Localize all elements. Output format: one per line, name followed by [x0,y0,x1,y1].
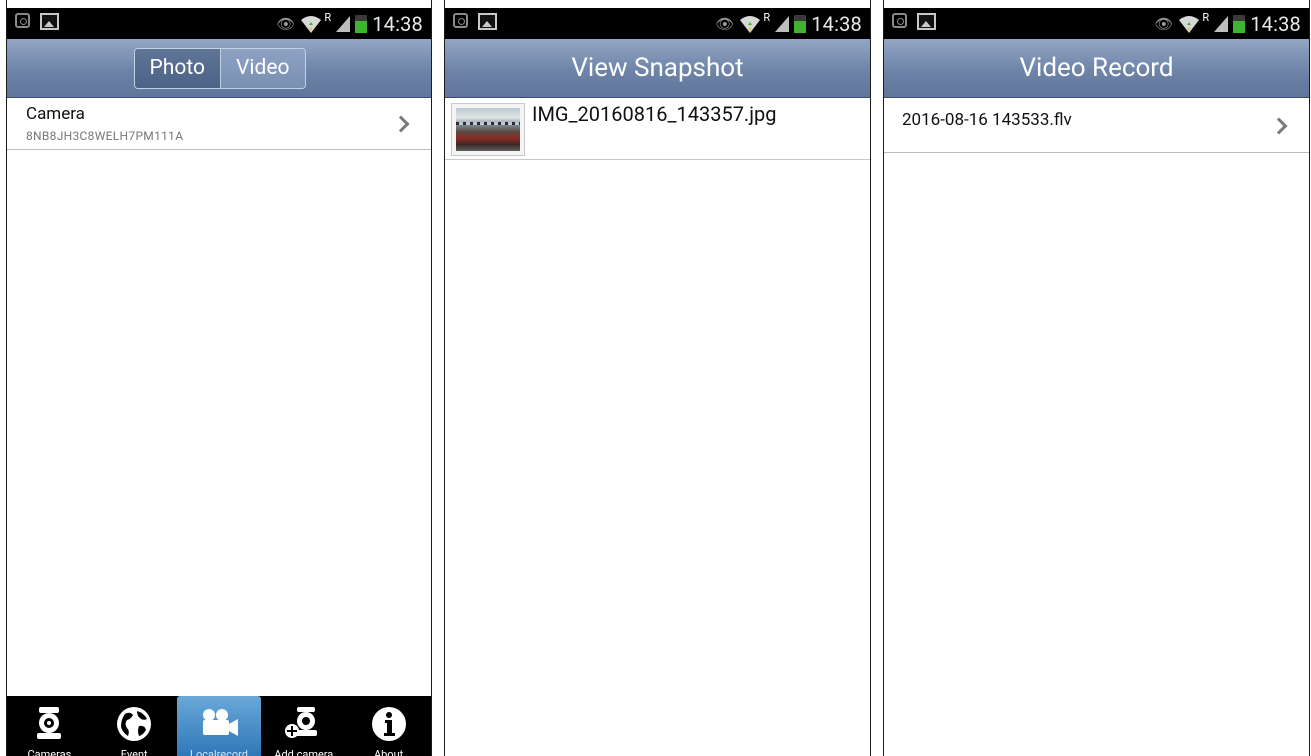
video-camera-icon [197,705,241,745]
tab-about-label: About [373,748,404,756]
video-list-item[interactable]: 2016-08-16 143533.flv [884,98,1309,153]
tab-about[interactable]: About [346,696,431,756]
video-record-screen: 👁 R 14:38 Video Record 2016-08-16 143533… [883,0,1310,756]
chevron-right-icon [392,115,410,133]
localrecord-screen: 👁 R 14:38 Photo Video Camera 8NB8JH3C8WE… [6,0,432,756]
status-time: 14:38 [372,11,423,36]
smart-stay-icon: 👁 [715,14,735,33]
status-time: 14:38 [1250,11,1301,36]
battery-icon [794,14,807,33]
photo-segment-button[interactable]: Photo [135,49,221,88]
view-snapshot-screen: 👁 R 14:38 View Snapshot IMG_20160816_143… [444,0,871,756]
title-bar: View Snapshot [445,39,870,98]
tab-event[interactable]: Event [92,696,177,756]
gallery-notification-icon [40,13,59,30]
video-segment-button[interactable]: Video [220,49,305,88]
add-camera-icon [283,705,325,745]
status-bar: 👁 R 14:38 [7,8,431,39]
photo-video-segmented-control: Photo Video [134,48,306,89]
chevron-right-icon [1270,117,1288,135]
tab-cameras-label: Cameras [27,748,72,756]
tab-add-camera[interactable]: Add camera [261,696,346,756]
wifi-icon [300,14,322,34]
title-bar: Photo Video [7,39,431,98]
notification-icon [453,13,468,28]
roaming-indicator: R [324,11,332,24]
camera-list-item[interactable]: Camera 8NB8JH3C8WELH7PM111A [7,98,431,150]
bottom-tab-bar: Cameras Event Localrecord Add camera Abo… [7,696,431,756]
camera-id: 8NB8JH3C8WELH7PM111A [26,129,184,143]
camera-name: Camera [26,104,85,124]
info-icon [370,705,408,747]
notification-icon [15,13,30,28]
smart-stay-icon: 👁 [1154,14,1174,33]
page-title: Video Record [1019,53,1174,83]
wifi-icon [739,14,761,34]
roaming-indicator: R [763,11,771,24]
battery-icon [1233,14,1246,33]
tab-localrecord-label: Localrecord [190,748,248,756]
signal-icon [775,15,790,32]
gallery-notification-icon [478,13,497,30]
tab-add-camera-label: Add camera [274,748,334,756]
tab-cameras[interactable]: Cameras [7,696,92,756]
battery-icon [355,14,368,33]
page-title: View Snapshot [571,53,744,83]
wifi-icon [1178,14,1200,34]
roaming-indicator: R [1202,11,1210,24]
tab-event-label: Event [120,748,148,756]
signal-icon [336,15,351,32]
status-bar: 👁 R 14:38 [884,8,1309,39]
smart-stay-icon: 👁 [276,14,296,33]
tab-localrecord[interactable]: Localrecord [176,696,262,756]
notification-icon [892,13,907,28]
snapshot-filename: IMG_20160816_143357.jpg [532,102,777,126]
snapshot-thumbnail [451,103,525,156]
camera-icon [32,705,66,745]
globe-icon [115,705,153,747]
status-time: 14:38 [811,11,862,36]
video-filename: 2016-08-16 143533.flv [902,110,1072,130]
status-bar: 👁 R 14:38 [445,8,870,39]
gallery-notification-icon [917,13,936,30]
signal-icon [1214,15,1229,32]
title-bar: Video Record [884,39,1309,98]
snapshot-list-item[interactable]: IMG_20160816_143357.jpg [445,98,870,160]
